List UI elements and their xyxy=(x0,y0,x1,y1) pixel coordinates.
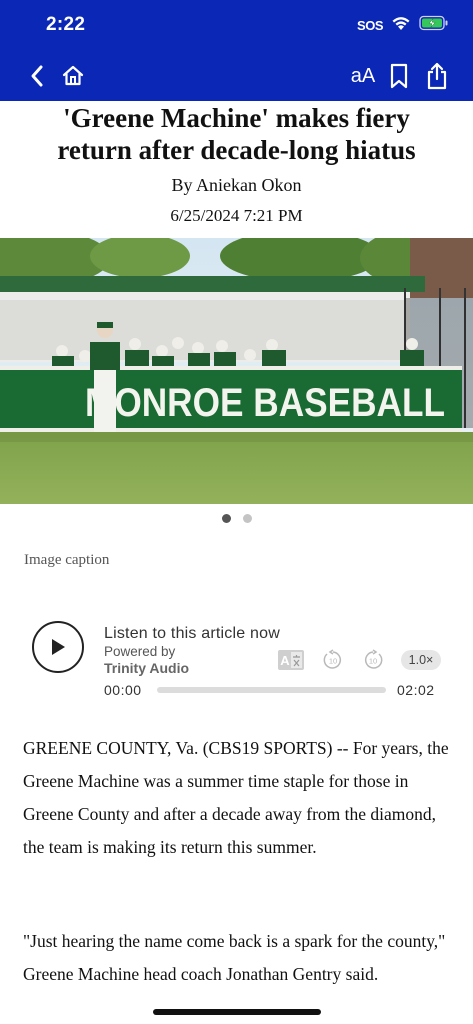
home-indicator[interactable] xyxy=(153,1009,321,1015)
status-time: 2:22 xyxy=(46,14,86,35)
wifi-icon xyxy=(391,15,411,36)
sos-indicator: SOS xyxy=(357,18,383,33)
article-paragraph-2: "Just hearing the name come back is a sp… xyxy=(23,931,446,984)
carousel-dot-2[interactable] xyxy=(242,514,252,523)
svg-text:A: A xyxy=(280,653,290,668)
progress-bar[interactable] xyxy=(157,687,386,693)
banner-text: MONROE BASEBALL xyxy=(85,381,445,425)
provider-name[interactable]: Trinity Audio xyxy=(104,660,189,676)
article-byline: By Aniekan Okon xyxy=(171,175,302,195)
current-time: 00:00 xyxy=(104,682,142,698)
play-icon xyxy=(52,639,65,655)
app-header: 2:22 SOS aA xyxy=(0,0,473,101)
carousel-dots xyxy=(0,514,473,523)
listen-label: Listen to this article now xyxy=(104,625,280,642)
home-icon[interactable] xyxy=(60,56,86,96)
font-size-button[interactable]: aA xyxy=(348,56,378,96)
translate-icon[interactable]: A xyxy=(278,649,304,671)
nav-row: aA xyxy=(0,56,473,96)
headline-line-2: return after decade-long hiatus xyxy=(57,135,416,165)
battery-icon xyxy=(419,15,449,36)
headline-line-1: 'Greene Machine' makes fiery xyxy=(63,103,410,133)
powered-by-label: Powered by xyxy=(104,644,176,659)
forward-10-icon[interactable]: 10 xyxy=(362,649,384,671)
duration: 02:02 xyxy=(397,682,435,698)
rewind-label: 10 xyxy=(329,657,337,666)
back-icon[interactable] xyxy=(26,56,48,96)
forward-label: 10 xyxy=(369,657,377,666)
carousel-dot-1[interactable] xyxy=(221,514,231,523)
audio-player: Listen to this article now Powered by Tr… xyxy=(0,615,473,705)
article-date: 6/25/2024 7:21 PM xyxy=(170,206,303,225)
share-icon[interactable] xyxy=(424,56,450,96)
article-paragraph-1: GREENE COUNTY, Va. (CBS19 SPORTS) -- For… xyxy=(23,738,449,857)
playback-speed-button[interactable]: 1.0× xyxy=(401,650,441,670)
article-hero-image[interactable]: MONROE BASEBALL xyxy=(0,238,473,504)
image-caption: Image caption xyxy=(24,552,110,568)
status-icons: SOS xyxy=(357,15,449,36)
play-button[interactable] xyxy=(32,621,84,673)
rewind-10-icon[interactable]: 10 xyxy=(322,649,344,671)
article-headline: 'Greene Machine' makes fiery return afte… xyxy=(0,102,473,166)
bookmark-icon[interactable] xyxy=(388,56,410,96)
